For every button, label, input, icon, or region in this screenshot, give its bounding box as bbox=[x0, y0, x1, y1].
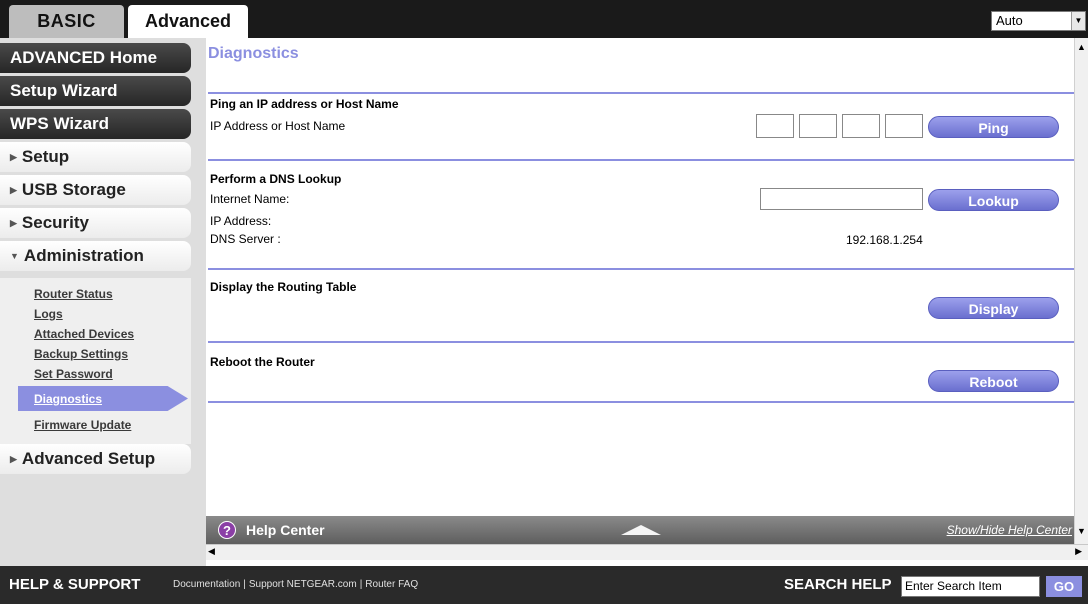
expand-arrow-icon[interactable] bbox=[621, 525, 661, 535]
help-support-heading: HELP & SUPPORT bbox=[9, 576, 141, 593]
nav-advanced-home[interactable]: ADVANCED Home bbox=[0, 43, 191, 73]
nav-advanced-setup[interactable]: ▶ Advanced Setup bbox=[0, 444, 191, 474]
ping-section-title: Ping an IP address or Host Name bbox=[210, 97, 399, 111]
ip-octet-4-input[interactable] bbox=[885, 114, 923, 138]
help-center-bar[interactable]: ? Help Center Show/Hide Help Center bbox=[206, 516, 1074, 544]
tab-basic[interactable]: BASIC bbox=[9, 5, 124, 38]
chevron-down-icon[interactable]: ▼ bbox=[1071, 12, 1085, 30]
scroll-up-icon[interactable]: ▲ bbox=[1075, 42, 1088, 56]
sub-diagnostics-label: Diagnostics bbox=[34, 392, 103, 406]
horizontal-scrollbar[interactable]: ◀ ▶ bbox=[206, 544, 1088, 560]
ip-octet-2-input[interactable] bbox=[799, 114, 837, 138]
main-content: Diagnostics Ping an IP address or Host N… bbox=[206, 38, 1076, 516]
nav-security[interactable]: ▶ Security bbox=[0, 208, 191, 238]
footer: HELP & SUPPORT Documentation | Support NET… bbox=[0, 566, 1088, 604]
footer-links: Documentation | Support NETGEAR.com | Router… bbox=[173, 579, 418, 590]
reboot-button[interactable]: Reboot bbox=[928, 370, 1059, 392]
help-center-title: Help Center bbox=[246, 522, 325, 538]
sub-set-password[interactable]: Set Password bbox=[34, 367, 113, 381]
display-button[interactable]: Display bbox=[928, 297, 1059, 319]
lookup-button[interactable]: Lookup bbox=[928, 189, 1059, 211]
reboot-section-title: Reboot the Router bbox=[210, 355, 315, 369]
nav-security-label: Security bbox=[21, 213, 90, 232]
nav-usb-storage[interactable]: ▶ USB Storage bbox=[0, 175, 191, 205]
dns-section-title: Perform a DNS Lookup bbox=[210, 172, 342, 186]
sub-router-status[interactable]: Router Status bbox=[34, 287, 113, 301]
divider bbox=[208, 268, 1076, 270]
nav-setup-wizard[interactable]: Setup Wizard bbox=[0, 76, 191, 106]
internet-name-input[interactable] bbox=[760, 188, 923, 210]
support-netgear-link[interactable]: Support NETGEAR.com bbox=[249, 579, 357, 590]
dns-server-value: 192.168.1.254 bbox=[846, 233, 923, 247]
page-title: Diagnostics bbox=[208, 45, 299, 62]
dns-ip-label: IP Address: bbox=[210, 214, 272, 228]
nav-setup-label: Setup bbox=[21, 147, 70, 166]
tab-advanced[interactable]: Advanced bbox=[128, 5, 248, 38]
nav-wps-wizard[interactable]: WPS Wizard bbox=[0, 109, 191, 139]
sub-logs[interactable]: Logs bbox=[34, 307, 63, 321]
separator: | bbox=[243, 579, 246, 590]
show-hide-help-link[interactable]: Show/Hide Help Center bbox=[947, 523, 1072, 537]
ip-octet-1-input[interactable] bbox=[756, 114, 794, 138]
search-help-input[interactable]: Enter Search Item bbox=[901, 576, 1040, 597]
internet-name-label: Internet Name: bbox=[210, 192, 290, 206]
caret-right-icon: ▶ bbox=[10, 152, 17, 162]
search-help-label: SEARCH HELP bbox=[784, 576, 892, 593]
sub-attached-devices[interactable]: Attached Devices bbox=[34, 327, 134, 341]
top-tab-bar: BASIC Advanced Auto ▼ bbox=[0, 0, 1088, 38]
caret-right-icon: ▶ bbox=[10, 454, 17, 464]
scroll-down-icon[interactable]: ▼ bbox=[1075, 526, 1088, 540]
caret-right-icon: ▶ bbox=[10, 185, 17, 195]
caret-down-icon: ▼ bbox=[10, 251, 19, 261]
divider bbox=[208, 341, 1076, 343]
scroll-right-icon[interactable]: ▶ bbox=[1075, 546, 1082, 557]
left-navigation: ADVANCED Home Setup Wizard WPS Wizard ▶ S… bbox=[0, 38, 206, 566]
help-question-icon: ? bbox=[218, 521, 236, 539]
divider bbox=[208, 92, 1076, 94]
ping-button[interactable]: Ping bbox=[928, 116, 1059, 138]
divider bbox=[208, 159, 1076, 161]
caret-right-icon: ▶ bbox=[10, 218, 17, 228]
language-select-value: Auto bbox=[996, 13, 1023, 28]
documentation-link[interactable]: Documentation bbox=[173, 579, 240, 590]
nav-usb-storage-label: USB Storage bbox=[21, 180, 126, 199]
search-go-button[interactable]: GO bbox=[1046, 576, 1082, 597]
sub-firmware-update[interactable]: Firmware Update bbox=[34, 418, 131, 432]
sub-diagnostics[interactable]: Diagnostics bbox=[18, 386, 188, 411]
dns-server-label: DNS Server : bbox=[210, 232, 281, 246]
nav-setup[interactable]: ▶ Setup bbox=[0, 142, 191, 172]
routing-section-title: Display the Routing Table bbox=[210, 280, 357, 294]
ping-label: IP Address or Host Name bbox=[210, 119, 346, 133]
divider bbox=[208, 401, 1076, 403]
language-select[interactable]: Auto ▼ bbox=[991, 11, 1086, 31]
nav-administration-label: Administration bbox=[23, 246, 144, 265]
vertical-scrollbar[interactable]: ▲ ▼ bbox=[1074, 38, 1088, 556]
sub-backup-settings[interactable]: Backup Settings bbox=[34, 347, 128, 361]
router-faq-link[interactable]: Router FAQ bbox=[365, 579, 418, 590]
ip-octet-3-input[interactable] bbox=[842, 114, 880, 138]
nav-administration[interactable]: ▼ Administration bbox=[0, 241, 191, 271]
nav-advanced-setup-label: Advanced Setup bbox=[21, 449, 156, 468]
separator: | bbox=[359, 579, 363, 590]
scroll-left-icon[interactable]: ◀ bbox=[208, 546, 215, 557]
